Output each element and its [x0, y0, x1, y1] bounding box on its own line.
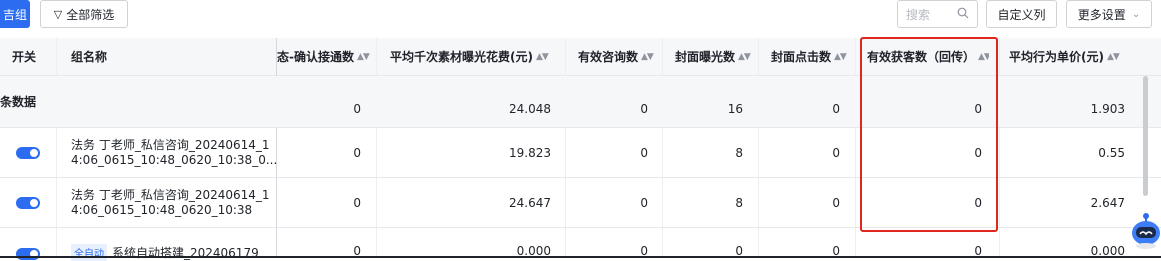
row-group-name-line: 系统自动搭建_202406179 [112, 246, 259, 260]
cell-avg-action-price: 0.55 [1098, 145, 1125, 160]
cell-valid-consult: 0 [640, 145, 648, 160]
all-filter-button[interactable]: ▽ 全部筛选 [40, 0, 128, 28]
row-group-name-line: 法务 丁老师_私信咨询_20240614_1 [71, 138, 270, 152]
vertical-scrollbar[interactable] [1143, 76, 1148, 196]
summary-label: 条数据 [0, 95, 37, 109]
cell-cover-impressions: 8 [735, 195, 743, 210]
cell-cpm-cost: 19.823 [509, 145, 551, 160]
search-input[interactable]: 搜索 [897, 0, 978, 28]
row-group-name[interactable]: 法务 丁老师_私信咨询_20240614_1 4:06_0615_10:48_0… [71, 138, 278, 168]
row-group-name[interactable]: 法务 丁老师_私信咨询_20240614_1 4:06_0615_10:48_0… [71, 188, 271, 218]
filter-label: 全部筛选 [66, 7, 115, 22]
more-settings-label: 更多设置 [1077, 7, 1126, 22]
summary-avg-action-price: 1.903 [1090, 101, 1125, 116]
table-row[interactable]: 全自动 系统自动搭建_202406179 0 0.000 0 0 0 0 0.0… [0, 228, 1161, 261]
row-switch-toggle[interactable] [16, 197, 40, 209]
header-cpm-cost[interactable]: 平均千次素材曝光花费(元) ▲▼ [390, 38, 550, 75]
header-avg-action-price[interactable]: 平均行为单价(元) ▲▼ [1009, 38, 1129, 75]
cell-confirmed-calls: 0 [353, 145, 361, 160]
row-group-name-line: 法务 丁老师_私信咨询_20240614_1 [71, 188, 270, 202]
header-cover-clicks[interactable]: 封面点击数 ▲▼ [771, 38, 851, 75]
row-group-name-line: 4:06_0615_10:48_0620_10:38_0... [71, 153, 278, 167]
header-cover-impressions-label: 封面曝光数 [675, 50, 736, 64]
row-group-name-line: 4:06_0615_10:48_0620_10:38 [71, 203, 253, 217]
header-group-name: 组名称 [71, 50, 108, 64]
cell-avg-action-price: 2.647 [1090, 195, 1125, 210]
sort-icon[interactable]: ▲▼ [357, 52, 370, 62]
search-placeholder: 搜索 [906, 7, 931, 22]
header-switch: 开关 [12, 50, 37, 64]
header-cover-clicks-label: 封面点击数 [771, 50, 832, 64]
filter-icon: ▽ [53, 7, 63, 21]
chevron-down-icon: ⌄ [1131, 8, 1141, 20]
group-button[interactable]: 吉组 [0, 0, 30, 28]
cell-cover-impressions: 8 [735, 145, 743, 160]
cell-valid-consult: 0 [640, 195, 648, 210]
sort-icon[interactable]: ▲▼ [641, 52, 654, 62]
header-valid-consult[interactable]: 有效咨询数 ▲▼ [578, 38, 662, 75]
header-cover-impressions[interactable]: 封面曝光数 ▲▼ [675, 38, 755, 75]
auto-tag-badge: 全自动 [71, 244, 107, 261]
cell-cpm-cost: 24.647 [509, 195, 551, 210]
assistant-robot-icon[interactable] [1128, 208, 1161, 250]
header-avg-action-price-label: 平均行为单价(元) [1009, 50, 1104, 64]
search-icon [957, 7, 969, 22]
more-settings-button[interactable]: 更多设置 ⌄ [1066, 0, 1152, 28]
summary-cpm-cost: 24.048 [509, 101, 551, 116]
header-cpm-cost-label: 平均千次素材曝光花费(元) [390, 50, 533, 64]
cell-cover-clicks: 0 [832, 145, 840, 160]
highlight-box [860, 37, 998, 232]
sort-icon[interactable]: ▲▼ [536, 52, 549, 62]
summary-confirmed-calls: 0 [353, 101, 361, 116]
sort-icon[interactable]: ▲▼ [1107, 52, 1120, 62]
cell-confirmed-calls: 0 [353, 195, 361, 210]
header-confirmed-calls-label: 态-确认接通数 [277, 50, 354, 64]
sort-icon[interactable]: ▲▼ [834, 52, 847, 62]
header-confirmed-calls[interactable]: 态-确认接通数 ▲▼ [277, 38, 373, 75]
row-switch-toggle[interactable] [16, 147, 40, 159]
custom-columns-button[interactable]: 自定义列 [986, 0, 1057, 28]
summary-valid-consult: 0 [640, 101, 648, 116]
cell-cover-clicks: 0 [832, 195, 840, 210]
sort-icon[interactable]: ▲▼ [738, 52, 751, 62]
summary-cover-impressions: 16 [727, 101, 743, 116]
row-group-name[interactable]: 全自动 系统自动搭建_202406179 [71, 244, 259, 261]
row-switch-toggle[interactable] [16, 248, 40, 260]
summary-cover-clicks: 0 [832, 101, 840, 116]
header-valid-consult-label: 有效咨询数 [578, 50, 639, 64]
